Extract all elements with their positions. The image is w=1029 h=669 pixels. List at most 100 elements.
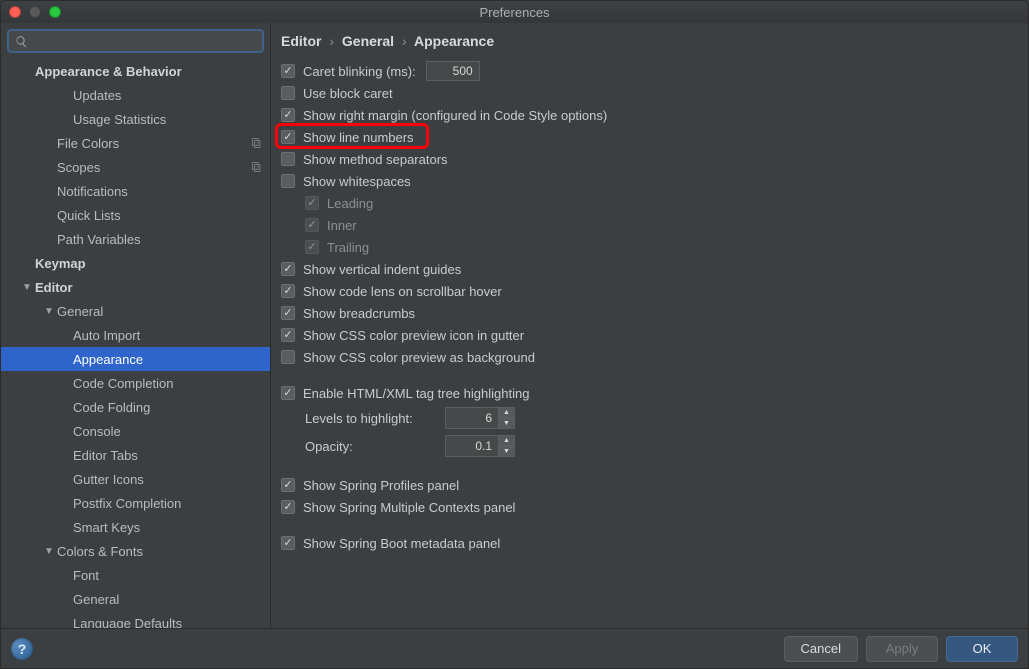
levels-label: Levels to highlight: xyxy=(305,411,435,426)
sidebar-item[interactable]: Console xyxy=(1,419,270,443)
chevron-down-icon[interactable]: ▼ xyxy=(499,418,515,429)
spring-profiles-label: Show Spring Profiles panel xyxy=(303,478,459,493)
breadcrumb-segment: Editor xyxy=(281,33,321,49)
use-block-caret-checkbox[interactable] xyxy=(281,86,295,100)
sidebar-item[interactable]: Language Defaults xyxy=(1,611,270,628)
sidebar-item-label: Code Completion xyxy=(73,376,262,391)
vertical-indent-checkbox[interactable] xyxy=(281,262,295,276)
titlebar: Preferences xyxy=(1,1,1028,23)
sidebar-item[interactable]: Smart Keys xyxy=(1,515,270,539)
spring-profiles-checkbox[interactable] xyxy=(281,478,295,492)
sidebar: Appearance & Behavior Updates Usage Statis… xyxy=(1,23,271,628)
breadcrumb: Editor › General › Appearance xyxy=(271,23,1028,57)
sidebar-item[interactable]: General xyxy=(1,587,270,611)
css-background-row: Show CSS color preview as background xyxy=(281,347,1018,367)
opacity-stepper[interactable]: ▲▼ xyxy=(445,435,515,457)
opacity-input[interactable] xyxy=(445,435,499,457)
whitespace-leading-checkbox xyxy=(305,196,319,210)
sidebar-item-label: File Colors xyxy=(57,136,250,151)
show-method-separators-checkbox[interactable] xyxy=(281,152,295,166)
sidebar-item[interactable]: Scopes xyxy=(1,155,270,179)
sidebar-item-label: Scopes xyxy=(57,160,250,175)
enable-tag-tree-label: Enable HTML/XML tag tree highlighting xyxy=(303,386,529,401)
sidebar-item[interactable]: Path Variables xyxy=(1,227,270,251)
levels-input[interactable] xyxy=(445,407,499,429)
sidebar-item[interactable]: Code Completion xyxy=(1,371,270,395)
use-block-caret-row: Use block caret xyxy=(281,83,1018,103)
sidebar-item[interactable]: ▼Colors & Fonts xyxy=(1,539,270,563)
caret-blinking-input[interactable] xyxy=(426,61,480,81)
sidebar-item[interactable]: Postfix Completion xyxy=(1,491,270,515)
zoom-icon[interactable] xyxy=(49,6,61,18)
sidebar-item-label: Colors & Fonts xyxy=(57,544,262,559)
cancel-button[interactable]: Cancel xyxy=(784,636,858,662)
show-right-margin-checkbox[interactable] xyxy=(281,108,295,122)
chevron-right-icon: › xyxy=(402,33,407,49)
whitespace-trailing-label: Trailing xyxy=(327,240,369,255)
window-controls xyxy=(9,6,61,18)
caret-blinking-checkbox[interactable] xyxy=(281,64,295,78)
sidebar-item[interactable]: Editor Tabs xyxy=(1,443,270,467)
code-lens-checkbox[interactable] xyxy=(281,284,295,298)
vertical-indent-row: Show vertical indent guides xyxy=(281,259,1018,279)
search-input[interactable] xyxy=(34,34,256,49)
sidebar-item[interactable]: Code Folding xyxy=(1,395,270,419)
show-method-separators-label: Show method separators xyxy=(303,152,448,167)
sidebar-item-label: Postfix Completion xyxy=(73,496,262,511)
disclosure-arrow-icon: ▼ xyxy=(43,546,55,557)
levels-stepper[interactable]: ▲▼ xyxy=(445,407,515,429)
sidebar-item[interactable]: Quick Lists xyxy=(1,203,270,227)
enable-tag-tree-checkbox[interactable] xyxy=(281,386,295,400)
sidebar-item[interactable]: File Colors xyxy=(1,131,270,155)
sidebar-item[interactable]: Updates xyxy=(1,83,270,107)
sidebar-item[interactable]: Usage Statistics xyxy=(1,107,270,131)
sidebar-item-label: Usage Statistics xyxy=(73,112,262,127)
sidebar-item-label: Gutter Icons xyxy=(73,472,262,487)
sidebar-item[interactable]: Notifications xyxy=(1,179,270,203)
sidebar-item[interactable]: ▼General xyxy=(1,299,270,323)
sidebar-item-label: Appearance & Behavior xyxy=(35,64,262,79)
search-field[interactable] xyxy=(7,29,264,53)
chevron-up-icon[interactable]: ▲ xyxy=(499,435,515,446)
sidebar-item[interactable]: Font xyxy=(1,563,270,587)
code-lens-label: Show code lens on scrollbar hover xyxy=(303,284,502,299)
sidebar-item[interactable]: Appearance xyxy=(1,347,270,371)
sidebar-item[interactable]: Gutter Icons xyxy=(1,467,270,491)
chevron-up-icon[interactable]: ▲ xyxy=(499,407,515,418)
caret-blinking-row: Caret blinking (ms): xyxy=(281,61,1018,81)
spring-contexts-checkbox[interactable] xyxy=(281,500,295,514)
close-icon[interactable] xyxy=(9,6,21,18)
whitespace-inner-checkbox xyxy=(305,218,319,232)
chevron-down-icon[interactable]: ▼ xyxy=(499,446,515,457)
spring-profiles-row: Show Spring Profiles panel xyxy=(281,475,1018,495)
show-whitespaces-label: Show whitespaces xyxy=(303,174,411,189)
help-icon[interactable]: ? xyxy=(11,638,33,660)
sidebar-item[interactable]: Auto Import xyxy=(1,323,270,347)
apply-button[interactable]: Apply xyxy=(866,636,938,662)
show-breadcrumbs-checkbox[interactable] xyxy=(281,306,295,320)
show-breadcrumbs-row: Show breadcrumbs xyxy=(281,303,1018,323)
sidebar-item-label: Keymap xyxy=(35,256,262,271)
preferences-tree[interactable]: Appearance & Behavior Updates Usage Statis… xyxy=(1,59,270,628)
whitespace-leading-label: Leading xyxy=(327,196,373,211)
sidebar-item[interactable]: Appearance & Behavior xyxy=(1,59,270,83)
css-background-checkbox[interactable] xyxy=(281,350,295,364)
whitespace-inner-label: Inner xyxy=(327,218,357,233)
sidebar-item-label: Font xyxy=(73,568,262,583)
show-line-numbers-label: Show line numbers xyxy=(303,130,414,145)
ok-button[interactable]: OK xyxy=(946,636,1018,662)
css-gutter-checkbox[interactable] xyxy=(281,328,295,342)
levels-row: Levels to highlight: ▲▼ xyxy=(281,405,1018,431)
sidebar-item[interactable]: ▼Editor xyxy=(1,275,270,299)
minimize-icon[interactable] xyxy=(29,6,41,18)
breadcrumb-segment: Appearance xyxy=(414,33,494,49)
show-line-numbers-checkbox[interactable] xyxy=(281,130,295,144)
show-whitespaces-checkbox[interactable] xyxy=(281,174,295,188)
caret-blinking-label: Caret blinking (ms): xyxy=(303,64,416,79)
disclosure-arrow-icon: ▼ xyxy=(21,282,33,293)
show-method-separators-row: Show method separators xyxy=(281,149,1018,169)
spring-boot-checkbox[interactable] xyxy=(281,536,295,550)
sidebar-item[interactable]: Keymap xyxy=(1,251,270,275)
whitespace-inner-row: Inner xyxy=(281,215,1018,235)
sidebar-item-label: Language Defaults xyxy=(73,616,262,629)
